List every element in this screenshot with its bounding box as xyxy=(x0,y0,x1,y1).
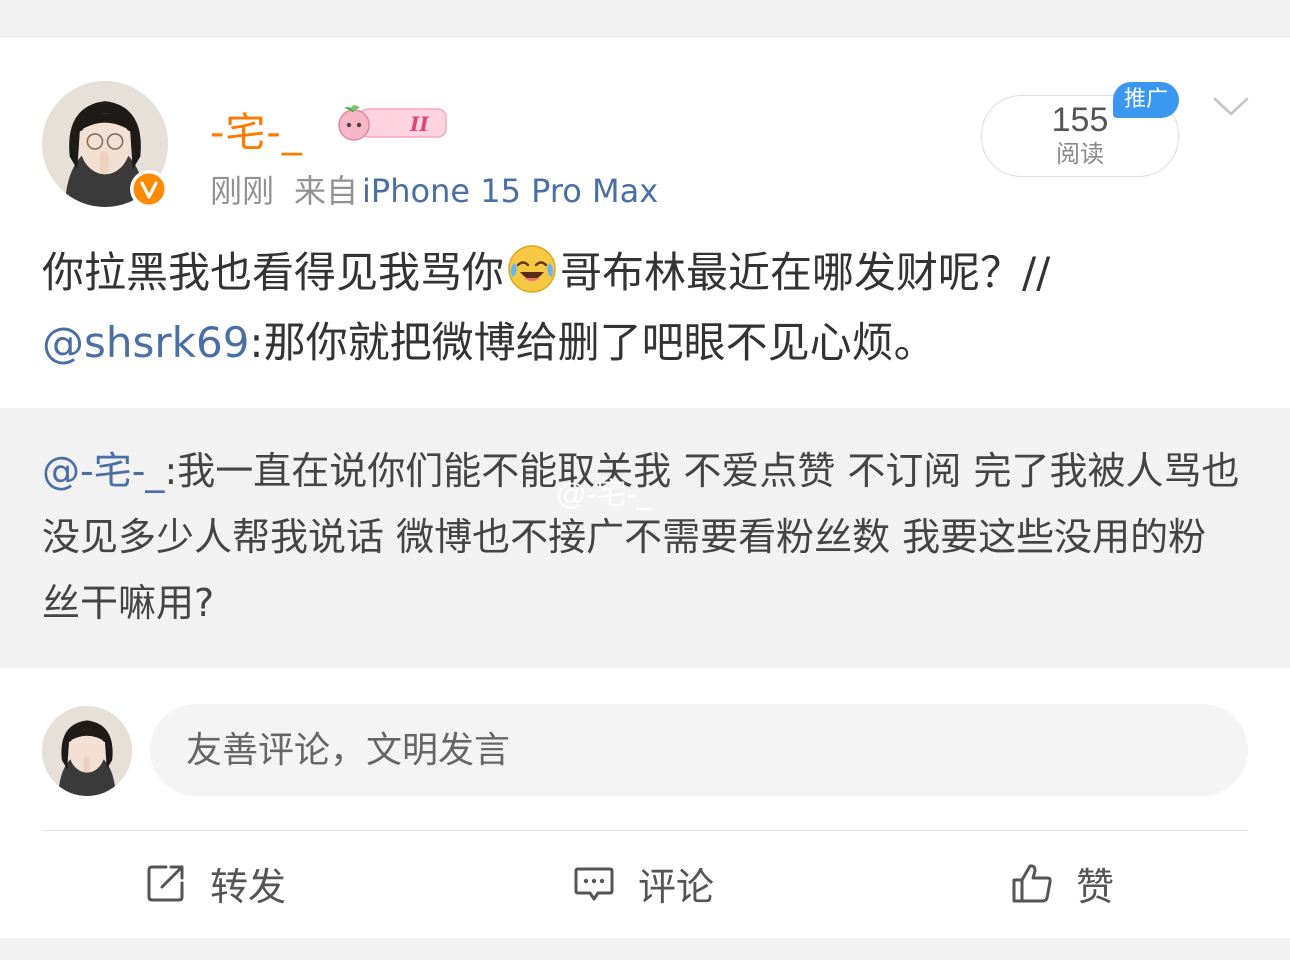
forward-text: :那你就把微博给删了吧眼不见心烦。 xyxy=(249,318,936,367)
verified-icon xyxy=(130,170,168,208)
author-name[interactable]: -宅-_ xyxy=(210,100,303,158)
post-meta: 刚刚 来自 iPhone 15 Pro Max xyxy=(210,166,678,212)
post-body: 你拉黑我也看得见我骂你 哥布林最近在哪发财呢？// @shsrk69:那你就把微… xyxy=(42,238,1252,378)
level-text: II xyxy=(409,112,429,136)
bottom-separator-band xyxy=(0,938,1290,960)
member-level-badge[interactable]: II xyxy=(330,103,448,143)
post-time: 刚刚 xyxy=(210,172,275,210)
comment-input[interactable] xyxy=(150,704,1248,796)
repost-text: @-宅-_:我一直在说你们能不能取关我 不爱点赞 不订阅 完了我被人骂也没见多少… xyxy=(42,438,1242,636)
forward-mention-link[interactable]: @shsrk69 xyxy=(42,318,249,367)
repost-original-box[interactable]: @-宅-_:我一直在说你们能不能取关我 不爱点赞 不订阅 完了我被人骂也没见多少… xyxy=(0,408,1290,668)
repost-button[interactable]: 转发 xyxy=(144,848,286,918)
like-label: 赞 xyxy=(1076,864,1115,909)
post-via-label: 来自 xyxy=(294,172,359,210)
like-button[interactable]: 赞 xyxy=(1010,848,1114,918)
post-source-device[interactable]: iPhone 15 Pro Max xyxy=(362,172,658,210)
my-avatar[interactable] xyxy=(42,706,132,796)
repost-icon xyxy=(147,865,184,902)
repost-label: 转发 xyxy=(210,864,287,909)
laugh-crying-emoji-icon xyxy=(508,245,556,293)
promote-tag[interactable]: 推广 xyxy=(1113,82,1179,118)
top-separator-band xyxy=(0,0,1290,37)
comment-button[interactable]: 评论 xyxy=(572,848,714,918)
thumbs-up-icon xyxy=(1012,864,1052,903)
post-text-part1: 你拉黑我也看得见我骂你 xyxy=(42,248,505,297)
post-text-part2: 哥布林最近在哪发财呢？// xyxy=(560,248,1051,297)
comment-icon xyxy=(574,867,614,901)
chevron-down-icon[interactable] xyxy=(1212,92,1250,122)
comment-label: 评论 xyxy=(638,864,715,909)
divider xyxy=(42,830,1248,831)
read-label: 阅读 xyxy=(1056,140,1104,168)
weibo-watermark: @-宅-_ xyxy=(556,478,654,511)
repost-mention-link[interactable]: @-宅-_ xyxy=(42,449,164,493)
